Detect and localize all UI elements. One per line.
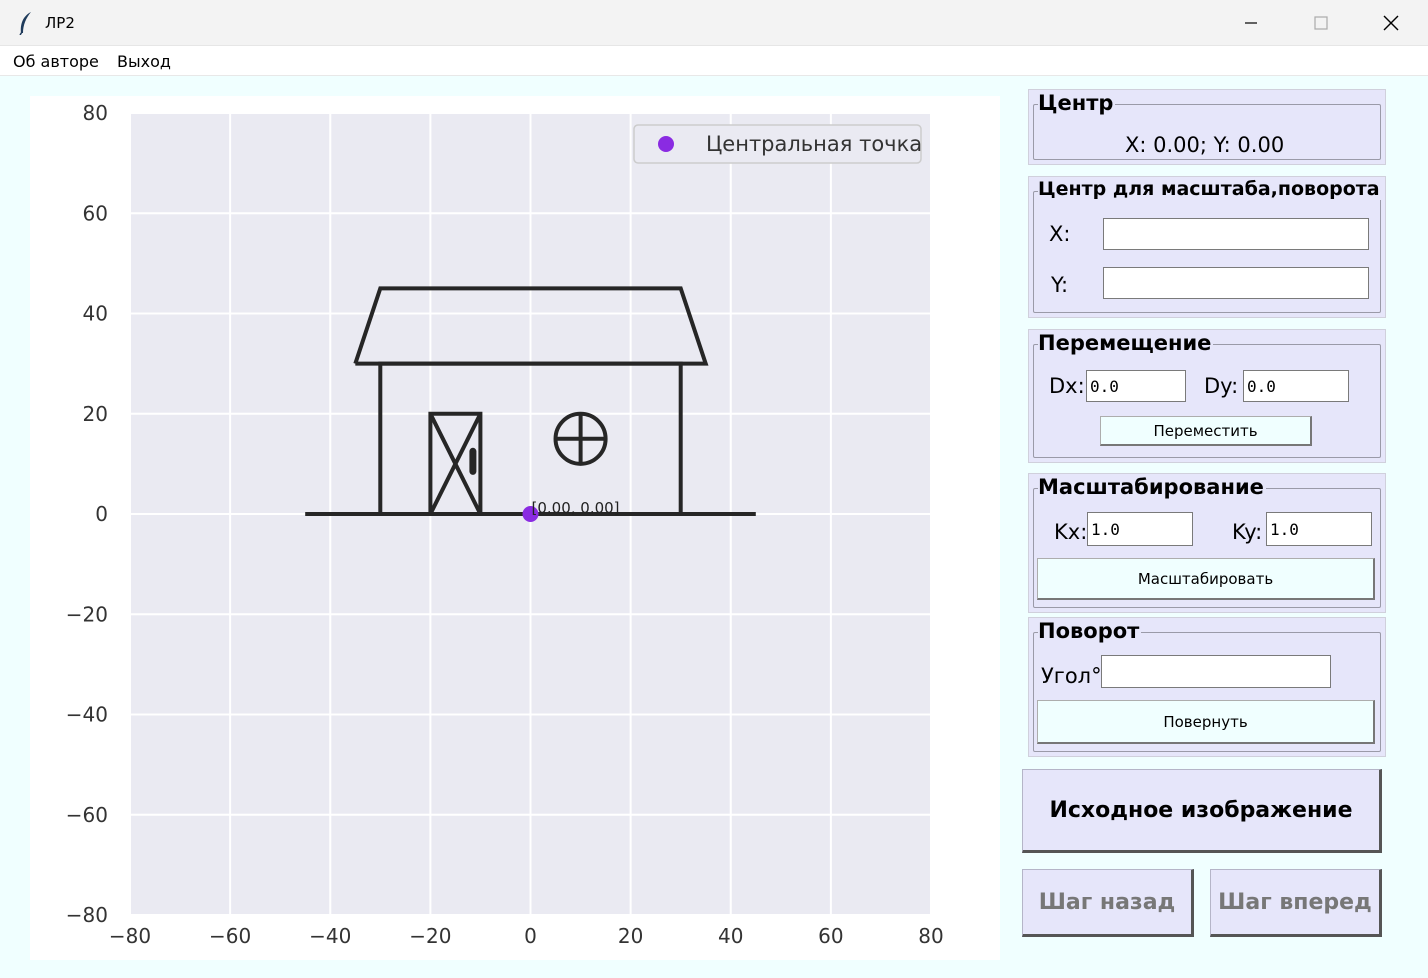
pivot-x-input[interactable] <box>1103 218 1369 250</box>
dy-input[interactable] <box>1243 370 1349 402</box>
y-tick-label: −60 <box>66 803 108 827</box>
menu-about[interactable]: Об авторе <box>13 52 99 71</box>
panel-title: Перемещение <box>1038 331 1214 355</box>
dx-input[interactable] <box>1086 370 1186 402</box>
panel-title: Центр для масштаба,поворота <box>1038 178 1382 200</box>
move-panel: Перемещение Dx: Dy: Переместить <box>1028 329 1386 463</box>
center-value: X: 0.00; Y: 0.00 <box>1125 133 1285 157</box>
plot-svg: −80 −60 −40 −20 0 20 40 60 80 80 60 40 20 0 −20 −40 −60 −… <box>66 101 944 948</box>
maximize-icon <box>1314 16 1328 30</box>
x-tick-label: −80 <box>109 924 151 948</box>
ky-input[interactable] <box>1266 512 1372 546</box>
y-tick-label: 20 <box>83 402 108 426</box>
reset-image-button[interactable]: Исходное изображение <box>1022 769 1382 853</box>
pivot-panel: Центр для масштаба,поворота X: Y: <box>1028 176 1386 318</box>
y-tick-label: 60 <box>83 201 108 225</box>
y-tick-label: 40 <box>83 302 108 326</box>
y-tick-label: −80 <box>66 903 108 927</box>
feather-icon <box>19 12 31 35</box>
scale-button[interactable]: Масштабировать <box>1037 558 1375 600</box>
x-tick-label: 40 <box>718 924 743 948</box>
y-tick-label: 80 <box>83 101 108 125</box>
maximize-button[interactable] <box>1286 0 1356 46</box>
center-panel: Центр X: 0.00; Y: 0.00 <box>1028 89 1386 165</box>
x-tick-label: 20 <box>618 924 643 948</box>
dy-label: Dy: <box>1204 374 1239 398</box>
panel-title: Поворот <box>1038 619 1142 643</box>
menu-exit[interactable]: Выход <box>117 52 171 71</box>
pivot-x-label: X: <box>1049 222 1071 246</box>
legend-marker <box>658 136 674 152</box>
rotate-panel: Поворот Угол° Повернуть <box>1028 617 1386 757</box>
y-tick-label: −20 <box>66 602 108 626</box>
minimize-button[interactable] <box>1216 0 1286 46</box>
plot-canvas[interactable]: −80 −60 −40 −20 0 20 40 60 80 80 60 40 20 0 −20 −40 −60 −… <box>30 96 1000 960</box>
y-tick-label: −40 <box>66 703 108 727</box>
scale-panel: Масштабирование Kx: Ky: Масштабировать <box>1028 473 1386 613</box>
angle-label: Угол° <box>1041 664 1102 688</box>
menu-bar: Об авторе Выход <box>0 46 1428 76</box>
panel-title: Масштабирование <box>1038 475 1266 499</box>
x-tick-label: 60 <box>818 924 843 948</box>
undo-button[interactable]: Шаг назад <box>1022 869 1194 937</box>
rotate-button[interactable]: Повернуть <box>1037 700 1375 744</box>
pivot-y-input[interactable] <box>1103 267 1369 299</box>
dx-label: Dx: <box>1049 374 1085 398</box>
x-tick-label: −20 <box>409 924 451 948</box>
close-icon <box>1383 15 1399 31</box>
close-button[interactable] <box>1356 0 1426 46</box>
window-title: ЛР2 <box>45 14 75 32</box>
kx-label: Kx: <box>1054 520 1088 544</box>
x-tick-label: −40 <box>309 924 351 948</box>
y-tick-label: 0 <box>95 502 108 526</box>
redo-button[interactable]: Шаг вперед <box>1210 869 1382 937</box>
x-tick-label: 0 <box>524 924 537 948</box>
angle-input[interactable] <box>1101 655 1331 688</box>
move-button[interactable]: Переместить <box>1100 416 1312 446</box>
title-bar: ЛР2 <box>0 0 1428 46</box>
kx-input[interactable] <box>1087 512 1193 546</box>
center-point-label: [0.00, 0.00] <box>532 499 620 517</box>
minimize-icon <box>1245 22 1257 24</box>
x-tick-label: 80 <box>918 924 943 948</box>
panel-title: Центр <box>1038 91 1116 115</box>
x-tick-label: −60 <box>209 924 251 948</box>
legend-label: Центральная точка <box>706 132 922 156</box>
pivot-y-label: Y: <box>1051 273 1069 297</box>
ky-label: Ky: <box>1232 520 1263 544</box>
